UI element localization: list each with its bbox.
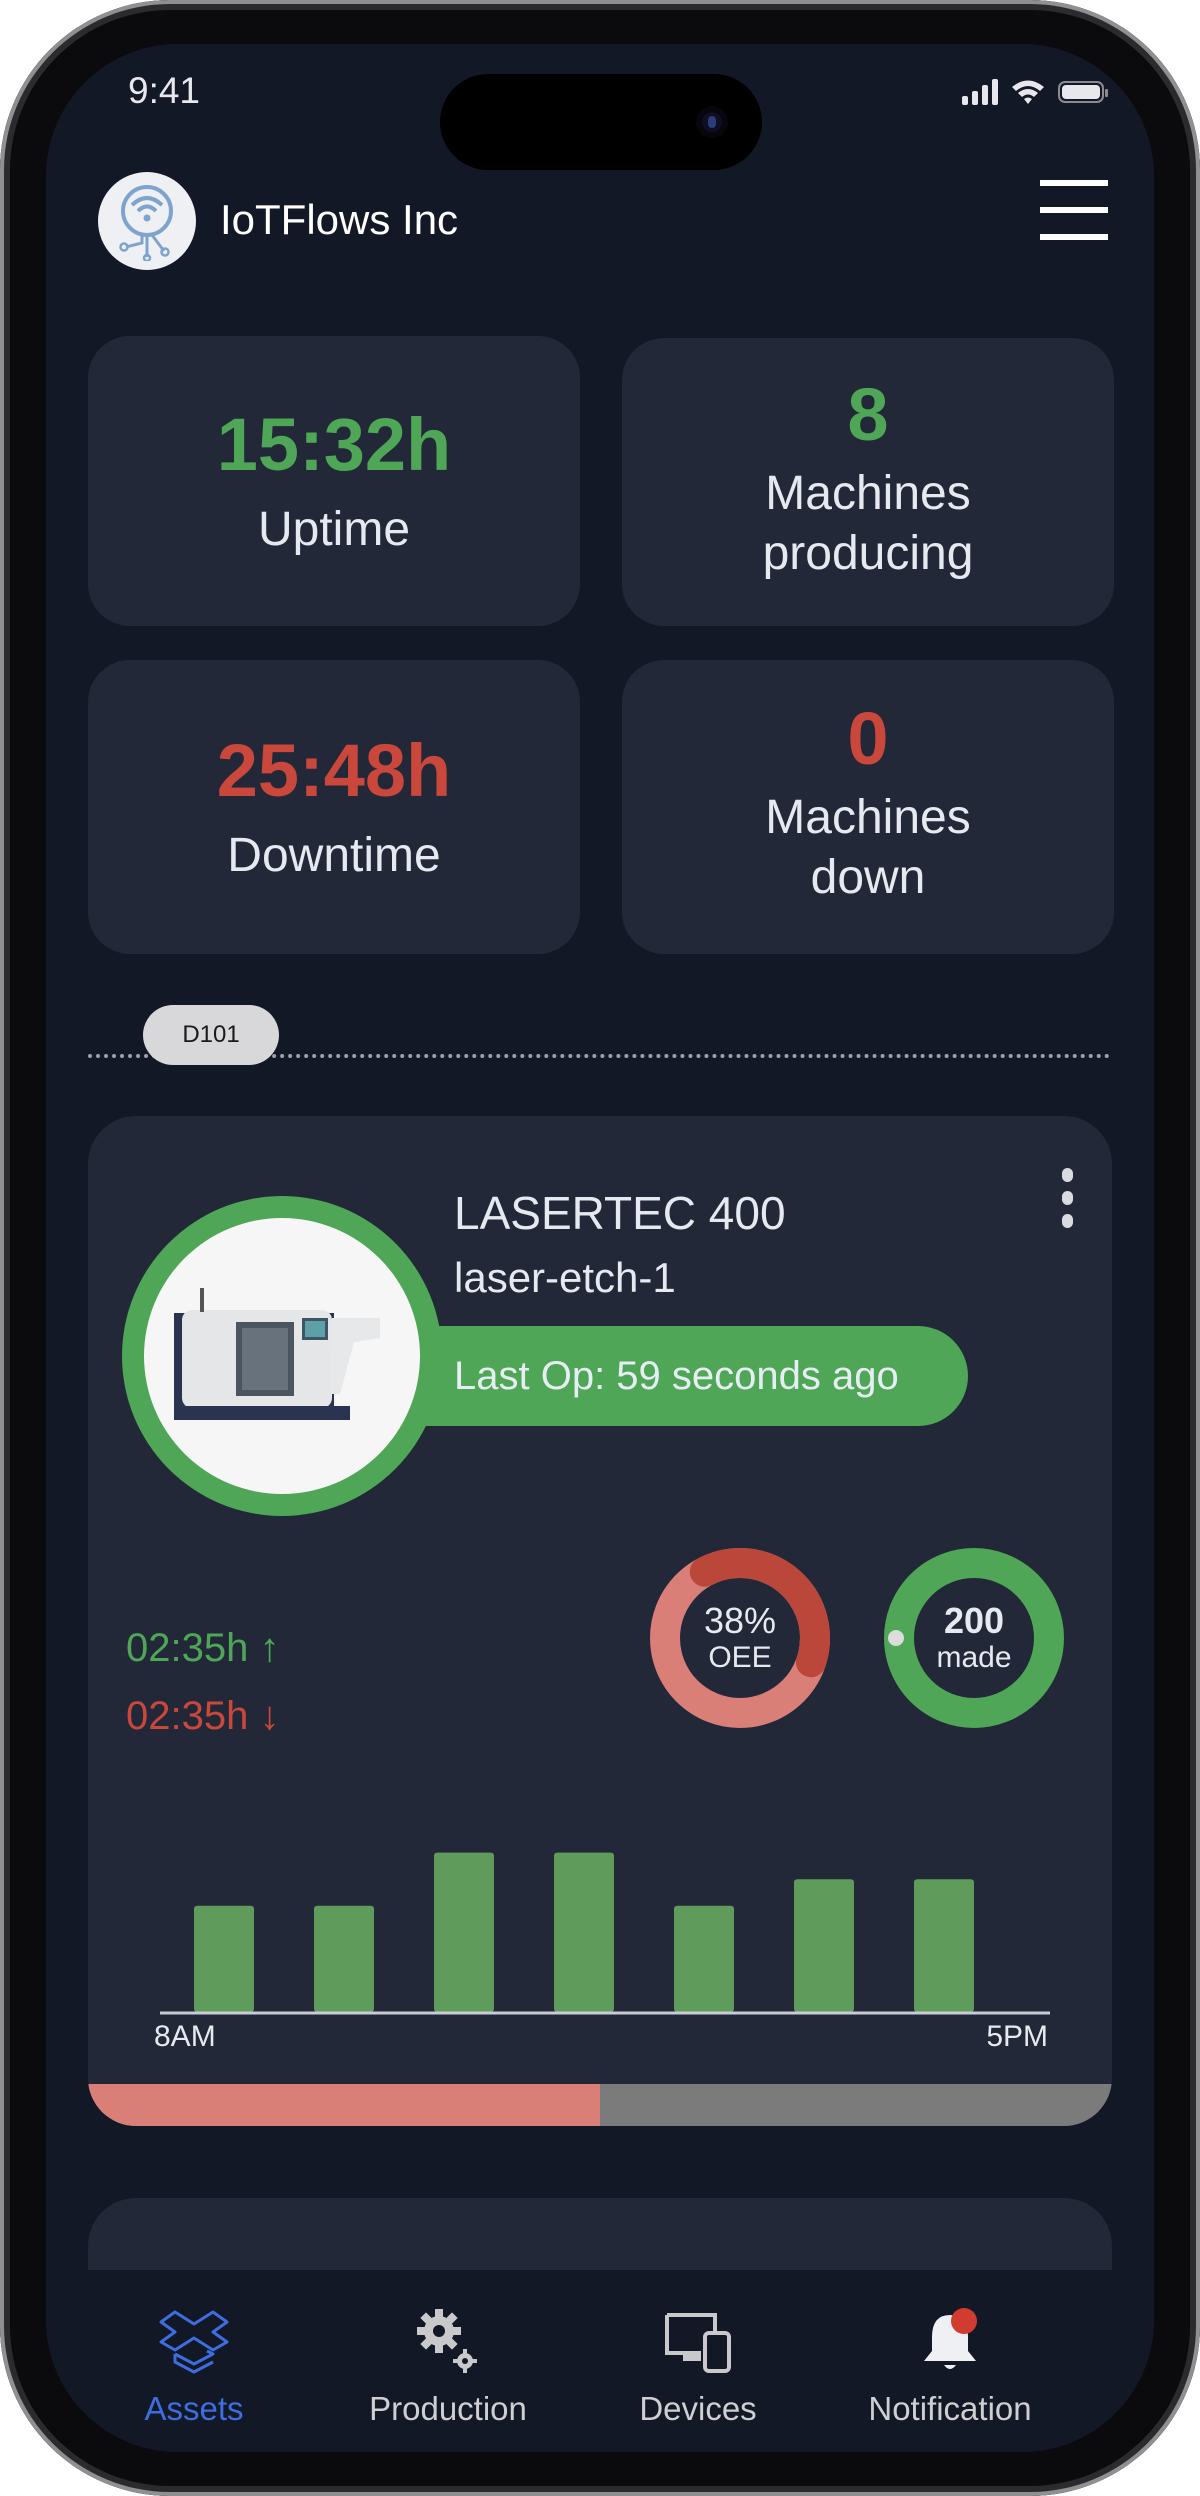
machines-down-value: 0 [847,697,889,780]
group-pill[interactable]: D101 [143,1005,279,1065]
chart-bar-2 [314,1905,374,2012]
chart-bar-3 [434,1852,494,2012]
production-bar-chart [160,1852,1050,2015]
timeline-progress-fill [88,2084,600,2126]
kpi-uptime-card: 15:32h Uptime [88,336,580,626]
status-icons [962,78,1108,106]
kpi-machines-producing-card: 8 Machines producing [622,338,1114,626]
nav-notification[interactable]: Notification [830,2270,1070,2452]
wifi-icon [1012,80,1044,104]
iot-wifi-circuit-icon[interactable] [98,172,196,270]
x-tick-label-start: 8AM [154,2020,216,2053]
app-screen: 9:41 IoTFlows Inc 15:32h Uptime 8 Machin… [46,44,1154,2452]
nav-assets[interactable]: Assets [74,2270,314,2452]
made-label: made [936,1641,1012,1675]
machines-down-label-line2: down [810,851,926,904]
machine-card[interactable]: LASERTEC 400 laser-etch-1 Last Op: 59 se… [88,1116,1112,2126]
kpi-machines-down-card: 0 Machines down [622,660,1114,954]
machine-id: laser-etch-1 [454,1254,676,1301]
machines-producing-label-line1: Machines [765,467,971,520]
chart-bar-7 [914,1879,974,2012]
uptime-label: Uptime [257,503,411,556]
last-op-text: Last Op: 59 seconds ago [454,1354,899,1398]
cellular-signal-icon [962,79,998,105]
oee-label: OEE [708,1641,772,1675]
machine-image [144,1218,420,1494]
kpi-downtime-card: 25:48h Downtime [88,660,580,954]
notification-badge [951,2308,977,2334]
hamburger-menu-icon[interactable] [1040,180,1108,240]
app-header: IoTFlows Inc [98,168,1108,270]
nav-production-label: Production [369,2390,527,2427]
chart-bar-6 [794,1879,854,2012]
nav-notification-label: Notification [868,2390,1032,2427]
bell-icon [918,2302,982,2382]
battery-icon [1058,81,1108,103]
x-tick-label-end: 5PM [986,2020,1048,2053]
made-donut: 200 made [882,1546,1066,1730]
machine-downtime: 02:35h ↓ [126,1694,280,1738]
phone-frame: 9:41 IoTFlows Inc 15:32h Uptime 8 Machin… [0,0,1200,2496]
machine-status-ring [122,1196,442,1516]
status-time: 9:41 [128,70,201,111]
chart-bar-4 [554,1852,614,2012]
chart-bar-1 [194,1905,254,2012]
machines-down-label-line1: Machines [765,791,971,844]
downtime-value: 25:48h [216,729,452,812]
downtime-label: Downtime [227,829,441,882]
gears-icon [413,2302,483,2382]
dynamic-island [440,74,762,170]
nav-devices[interactable]: Devices [578,2270,818,2452]
machine-uptime: 02:35h ↑ [126,1626,280,1670]
machines-producing-label-line2: producing [762,527,974,580]
oee-donut: 38% OEE [648,1546,832,1730]
camera-icon [696,106,728,138]
timeline-progress-bar [88,2084,1112,2126]
nav-assets-label: Assets [144,2390,244,2427]
machine-name: LASERTEC 400 [454,1187,786,1239]
made-value: 200 [943,1600,1005,1642]
nav-devices-label: Devices [639,2390,757,2427]
uptime-value: 15:32h [216,403,452,486]
more-options-icon[interactable] [1052,1168,1082,1228]
devices-icon [663,2302,733,2382]
assets-box-icon [157,2302,231,2382]
chart-bar-5 [674,1905,734,2012]
nav-production[interactable]: Production [328,2270,568,2452]
oee-value: 38% [703,1600,777,1642]
machines-producing-value: 8 [847,373,889,456]
bottom-navigation: Assets Production Devices Notification [46,2270,1154,2452]
company-name: IoTFlows Inc [220,196,459,243]
